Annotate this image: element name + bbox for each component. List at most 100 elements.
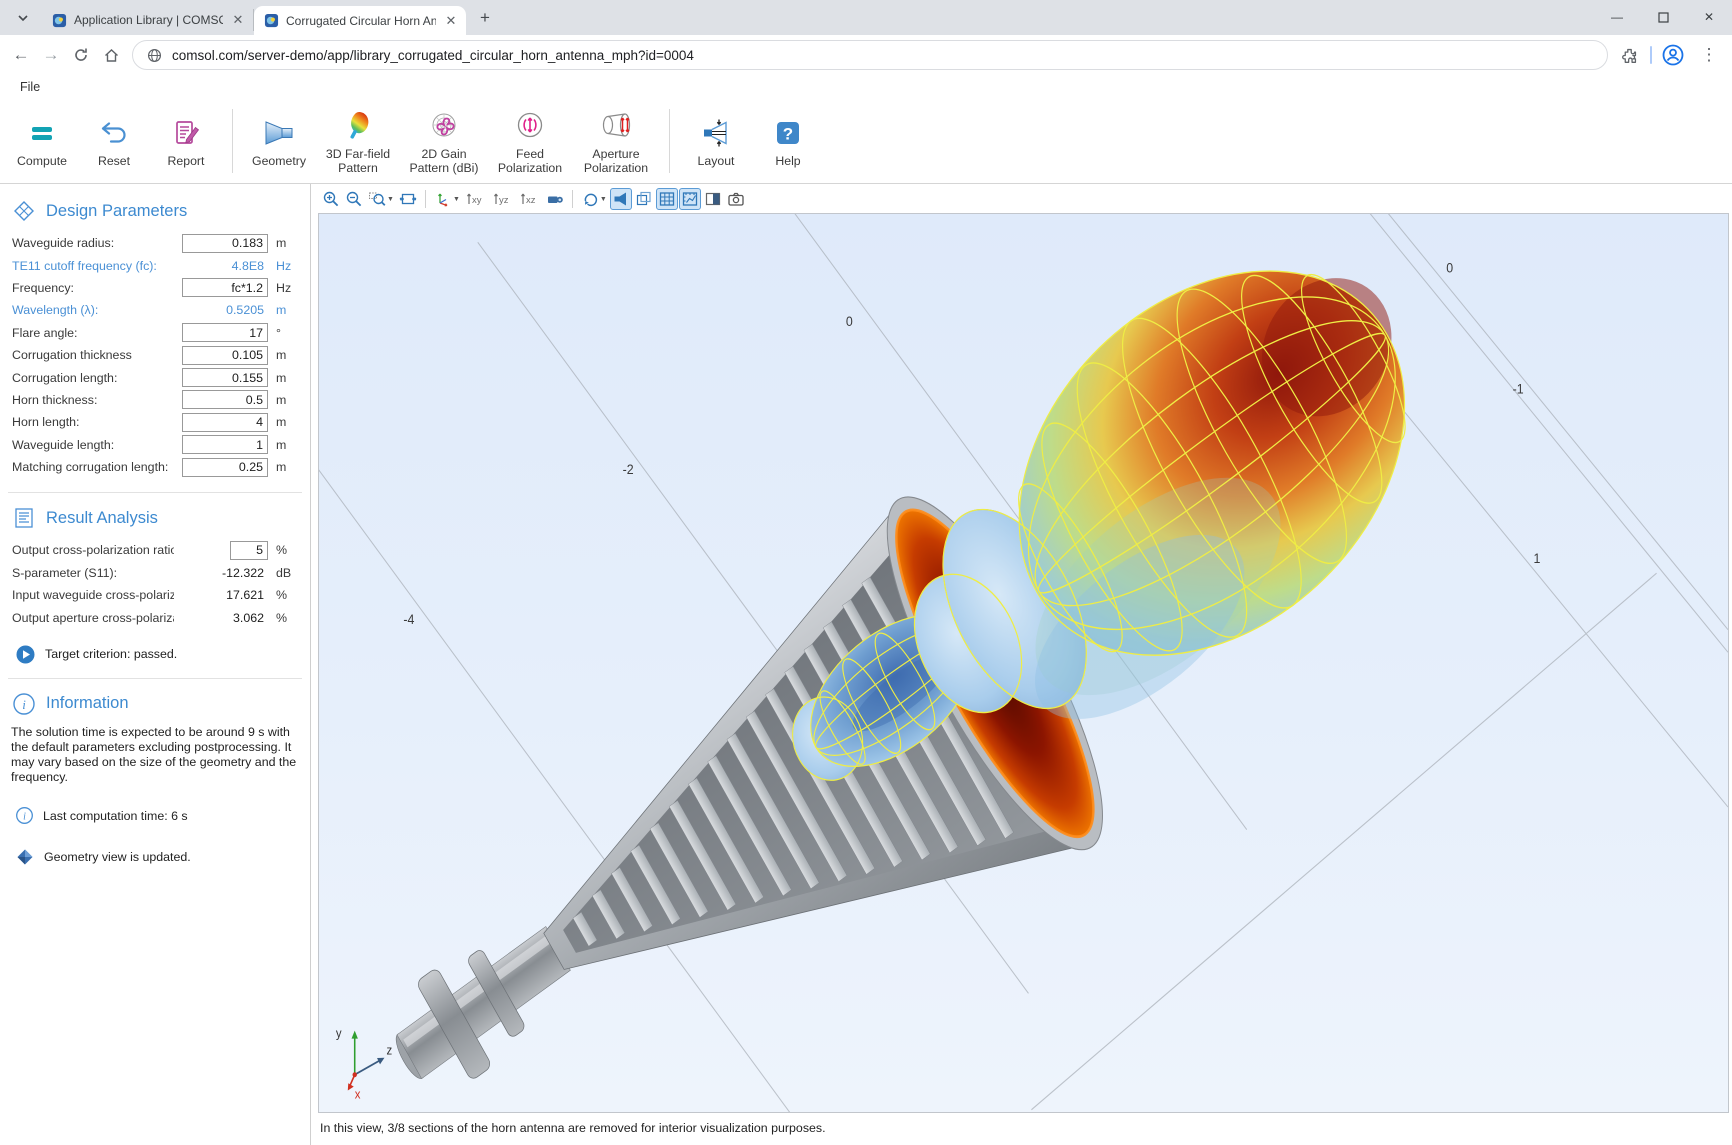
navbar-right-icons: ⋮ [1614, 40, 1724, 70]
zoom-extents-icon [399, 190, 417, 208]
feed-polarization-button[interactable]: Feed Polarization [487, 103, 573, 179]
forward-button[interactable]: → [36, 40, 66, 70]
aperture-polarization-button[interactable]: Aperture Polarization [573, 103, 659, 179]
minimize-button[interactable]: — [1594, 0, 1640, 34]
navigation-bar: ← → comsol.com/server-demo/app/library_c… [0, 35, 1732, 75]
param-row: Matching corrugation length: m [0, 456, 310, 478]
information-paragraph: The solution time is expected to be arou… [11, 725, 300, 786]
info-circle-icon: i [16, 807, 33, 824]
layout-button[interactable]: Layout [680, 110, 752, 172]
rotate-icon [581, 190, 599, 208]
horn-thickness-input[interactable] [182, 390, 268, 409]
result-analysis-icon [12, 506, 36, 530]
tab-close-button[interactable]: ✕ [230, 12, 246, 28]
svg-text:xz: xz [526, 195, 536, 206]
zoom-in-icon [322, 190, 340, 208]
design-parameters-header: Design Parameters [12, 199, 310, 223]
reset-button[interactable]: Reset [78, 110, 150, 172]
comsol-favicon-icon [264, 13, 279, 28]
zoom-extents-button[interactable] [397, 188, 419, 210]
last-computation-text: Last computation time: 6 s [43, 809, 188, 823]
waveguide-length-input[interactable] [182, 435, 268, 454]
report-button[interactable]: Report [150, 110, 222, 172]
zoom-in-button[interactable] [320, 188, 342, 210]
tab-application-library[interactable]: Application Library | COMSOL S ✕ [42, 9, 254, 31]
feed-polarization-icon [513, 108, 547, 144]
dropdown-caret-icon: ▼ [453, 196, 460, 203]
svg-text:0: 0 [846, 313, 853, 329]
gain-2d-button[interactable]: 2D Gain Pattern (dBi) [401, 103, 487, 179]
view-xz-icon: xz [519, 190, 541, 208]
url-bar[interactable]: comsol.com/server-demo/app/library_corru… [132, 40, 1608, 70]
rotate-view-button[interactable]: ▼ [579, 188, 609, 210]
tab-corrugated-horn[interactable]: Corrugated Circular Horn Anten ✕ [254, 6, 466, 35]
back-button[interactable]: ← [6, 40, 36, 70]
result-row: Output cross-polarization ratio target: … [0, 539, 310, 561]
browser-menu-button[interactable]: ⋮ [1694, 40, 1724, 70]
zoom-out-button[interactable] [343, 188, 365, 210]
flare-angle-input[interactable] [182, 323, 268, 342]
show-grid-button[interactable] [656, 188, 678, 210]
antenna-3d-scene: 0 -2 -4 0 -1 1 [319, 214, 1728, 1112]
extensions-puzzle-icon [1621, 47, 1638, 64]
scene-light-button[interactable] [544, 188, 566, 210]
scene-light-icon [546, 190, 564, 208]
profile-avatar-button[interactable] [1658, 40, 1688, 70]
zoom-box-icon [368, 190, 386, 208]
graphics-panel: ▼ ▼ xy yz xz [311, 184, 1732, 1145]
help-button[interactable]: ? Help [752, 110, 824, 172]
farfield-3d-button[interactable]: 3D Far-field Pattern [315, 103, 401, 179]
view-xy-plane-button[interactable]: xy [463, 188, 489, 210]
cross-pol-target-input[interactable] [230, 541, 268, 560]
grid-icon [658, 190, 676, 208]
profile-avatar-icon [1662, 44, 1684, 66]
frequency-input[interactable] [182, 278, 268, 297]
plot-settings-button[interactable] [679, 188, 701, 210]
waveguide-radius-input[interactable] [182, 234, 268, 253]
graphics-canvas[interactable]: 0 -2 -4 0 -1 1 [318, 213, 1729, 1113]
home-icon [103, 47, 120, 64]
view-xz-plane-button[interactable]: xz [517, 188, 543, 210]
maximize-button[interactable] [1640, 0, 1686, 34]
toolbar-separator [572, 190, 573, 208]
tab-search-button[interactable] [8, 4, 38, 32]
extensions-button[interactable] [1614, 40, 1644, 70]
split-background-button[interactable] [702, 188, 724, 210]
dropdown-caret-icon: ▼ [600, 196, 607, 203]
close-window-button[interactable]: ✕ [1686, 0, 1732, 34]
speaker-toggle-button[interactable] [610, 188, 632, 210]
file-menu[interactable]: File [14, 78, 46, 96]
view-yz-plane-button[interactable]: yz [490, 188, 516, 210]
graphics-toolbar: ▼ ▼ xy yz xz [318, 184, 1729, 213]
geometry-horn-icon [262, 115, 296, 151]
geometry-button[interactable]: Geometry [243, 110, 315, 172]
param-row: Corrugation length: m [0, 366, 310, 388]
tab-close-button[interactable]: ✕ [443, 13, 459, 29]
status-text: Target criterion: passed. [45, 647, 177, 661]
default-view-button[interactable]: ▼ [432, 188, 462, 210]
compute-button[interactable]: Compute [6, 110, 78, 172]
horn-length-input[interactable] [182, 413, 268, 432]
param-row: Flare angle: ° [0, 322, 310, 344]
section-divider [8, 678, 302, 679]
transparency-box-button[interactable] [633, 188, 655, 210]
svg-text:-2: -2 [623, 461, 634, 477]
corrugation-length-input[interactable] [182, 368, 268, 387]
reset-undo-icon [97, 115, 131, 151]
corrugation-thickness-input[interactable] [182, 346, 268, 365]
output-cross-pol-value: 3.062 [182, 611, 268, 625]
snapshot-button[interactable] [725, 188, 747, 210]
new-tab-button[interactable]: + [472, 5, 498, 31]
last-computation-row: i Last computation time: 6 s [16, 807, 310, 824]
view-yz-icon: yz [492, 190, 514, 208]
reload-button[interactable] [66, 40, 96, 70]
svg-text:i: i [23, 812, 26, 823]
svg-text:xy: xy [472, 195, 482, 206]
svg-text:x: x [355, 1087, 361, 1102]
zoom-box-button[interactable]: ▼ [366, 188, 396, 210]
default-view-triad-icon [434, 190, 452, 208]
home-button[interactable] [96, 40, 126, 70]
matching-corrugation-length-input[interactable] [182, 458, 268, 477]
view-xy-icon: xy [465, 190, 487, 208]
view-caption: In this view, 3/8 sections of the horn a… [320, 1121, 1729, 1145]
